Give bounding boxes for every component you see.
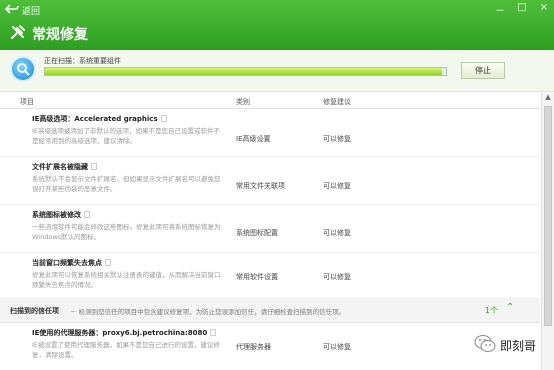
row-category: 代理服务器	[236, 343, 271, 351]
table-row[interactable]: 文件扩展名被隐藏 系统默认不会显示文件扩展名，但如果显示文件扩展名可以避免您误打…	[0, 158, 540, 205]
info-checkbox-icon[interactable]	[84, 211, 90, 218]
scan-progress-fill	[45, 68, 442, 75]
maximize-button[interactable]: □	[516, 2, 528, 17]
row-name: 系统图标被修改	[32, 211, 81, 219]
watermark-text: 即刻哥	[500, 339, 537, 353]
row-suggestion: 可以修复	[323, 273, 351, 281]
close-button[interactable]: ×	[538, 2, 550, 17]
page-title: 常规修复	[32, 27, 88, 43]
row-category: 常用软件设置	[236, 273, 278, 281]
window-controls: － □ ×	[494, 2, 550, 17]
wrench-screwdriver-icon	[10, 24, 26, 44]
row-suggestion: 可以修复	[323, 182, 351, 190]
vertical-scrollbar[interactable]: ▲	[541, 93, 554, 370]
table-row[interactable]: IE使用的代理服务器：proxy6.bj.petrochina:8080 IE被…	[0, 324, 540, 370]
table-header: 项目 类别 修复建议	[0, 93, 540, 109]
wechat-logo-icon	[474, 334, 496, 357]
collapse-chevron-icon[interactable]: ⌃	[506, 302, 514, 313]
row-description: 修复此项可以恢复系统相关默认注册表的键值，从而解决当前窗口频繁失去焦点的情况。	[32, 271, 221, 289]
info-checkbox-icon[interactable]	[91, 163, 97, 170]
info-checkbox-icon[interactable]	[160, 115, 167, 122]
group-note: － 检测到您信任的项目中包含建议修复项，为防止您误添加信任，请仔细检查扫描到的信…	[70, 308, 346, 316]
column-header-suggestion: 修复建议	[323, 98, 351, 106]
scan-progress-bar	[44, 67, 447, 76]
scan-status-text: 正在扫描：系统重要组件	[44, 57, 121, 65]
row-name: 当前窗口频繁失去焦点	[32, 259, 102, 267]
table-row[interactable]: IE高级选项：Accelerated graphics IE高级选项被添加了非默…	[0, 110, 540, 157]
info-checkbox-icon[interactable]	[210, 329, 217, 336]
row-description: 一些流氓软件可能会修改这些图标，修复此项可将系统图标恢复为Windows默认的图…	[32, 223, 221, 241]
row-description: IE被设置了使用代理服务器，如果不是您自己进行的设置，建议修复，清除设置。	[32, 341, 221, 359]
row-name: IE高级选项：Accelerated graphics	[32, 115, 158, 123]
watermark: 即刻哥	[474, 334, 536, 357]
title-bar: 返回 － □ × 常规修复	[0, 0, 554, 50]
row-description: 系统默认不会显示文件扩展名，但如果显示文件扩展名可以避免您误打开某些伪装的恶意文…	[32, 175, 221, 193]
info-checkbox-icon[interactable]	[105, 259, 111, 266]
row-name: 文件扩展名被隐藏	[32, 163, 88, 171]
row-name: IE使用的代理服务器：proxy6.bj.petrochina:8080	[32, 329, 208, 337]
scan-panel: 正在扫描：系统重要组件 停止	[0, 50, 554, 92]
row-description: IE高级选项被添加了非默认的选项，如果不是您自己设置或软件不是经常用到的高级选项…	[32, 127, 221, 145]
group-count: 1个	[485, 306, 499, 315]
page-title-row: 常规修复	[10, 24, 88, 44]
scroll-thumb[interactable]	[544, 106, 552, 326]
row-suggestion: 可以修复	[323, 229, 351, 237]
back-arrow-icon	[4, 3, 19, 18]
trusted-items-group-header[interactable]: 扫描到的信任项 － 检测到您信任的项目中包含建议修复项，为防止您误添加信任，请仔…	[0, 299, 540, 323]
back-label: 返回	[22, 6, 41, 17]
column-header-category: 类别	[236, 98, 250, 106]
row-category: IE高级设置	[236, 135, 271, 143]
group-title: 扫描到的信任项	[10, 307, 59, 315]
minimize-button[interactable]: －	[494, 2, 506, 17]
magnifier-scan-icon	[10, 56, 36, 82]
column-header-item: 项目	[20, 98, 34, 106]
back-button[interactable]: 返回	[4, 2, 41, 18]
scroll-up-arrow-icon[interactable]: ▲	[542, 93, 554, 105]
row-suggestion: 可以修复	[323, 135, 351, 143]
row-category: 常用文件关联项	[236, 182, 285, 190]
row-suggestion: 可以修复	[323, 343, 351, 351]
table-row[interactable]: 系统图标被修改 一些流氓软件可能会修改这些图标，修复此项可将系统图标恢复为Win…	[0, 206, 540, 253]
row-category: 系统图标配置	[236, 229, 278, 237]
table-row[interactable]: 当前窗口频繁失去焦点 修复此项可以恢复系统相关默认注册表的键值，从而解决当前窗口…	[0, 254, 540, 299]
stop-button[interactable]: 停止	[461, 62, 505, 79]
